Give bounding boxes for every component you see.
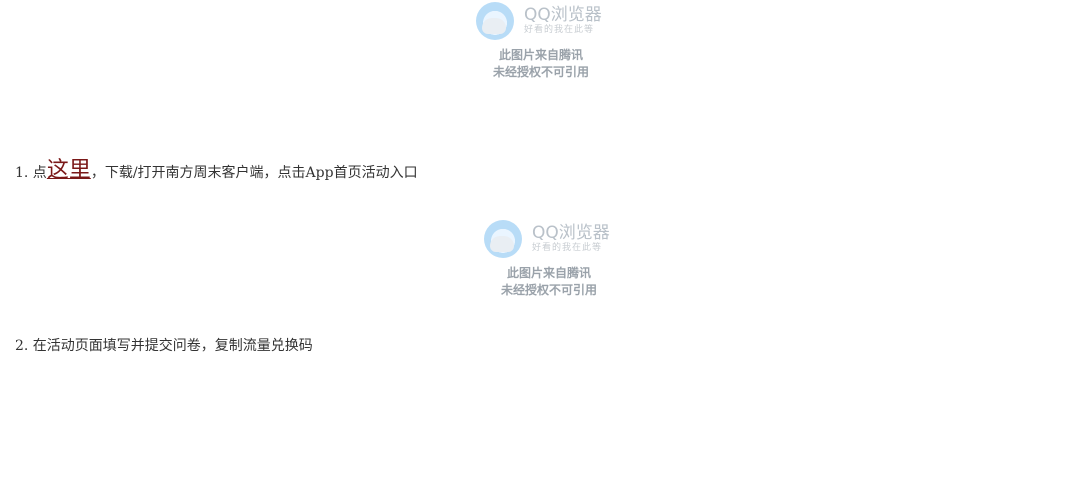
placeholder-notice-line2: 未经授权不可引用 xyxy=(500,283,597,297)
image-placeholder-middle: QQ浏览器 好看的我在此等 此图片来自腾讯 未经授权不可引用 xyxy=(474,210,624,306)
qq-browser-logo-icon xyxy=(484,220,522,258)
download-here-link[interactable]: 这里 xyxy=(47,158,91,183)
step-1-text: 1. 点这里，下载/打开南方周末客户端，点击App首页活动入口 xyxy=(15,158,418,183)
step-1-prefix: 1. 点 xyxy=(15,165,47,181)
step-2-text: 2. 在活动页面填写并提交问卷，复制流量兑换码 xyxy=(15,338,313,354)
placeholder-notice-line1: 此图片来自腾讯 xyxy=(498,48,583,62)
image-placeholder-top: QQ浏览器 好看的我在此等 此图片来自腾讯 未经授权不可引用 xyxy=(466,0,616,88)
step-1-suffix: ，下载/打开南方周末客户端，点击App首页活动入口 xyxy=(90,165,418,181)
placeholder-notice-line2: 未经授权不可引用 xyxy=(492,65,589,79)
placeholder-notice-line1: 此图片来自腾讯 xyxy=(506,266,591,280)
placeholder-slogan: 好看的我在此等 xyxy=(532,243,603,253)
qq-browser-logo-icon xyxy=(476,2,514,40)
placeholder-slogan: 好看的我在此等 xyxy=(524,25,595,35)
